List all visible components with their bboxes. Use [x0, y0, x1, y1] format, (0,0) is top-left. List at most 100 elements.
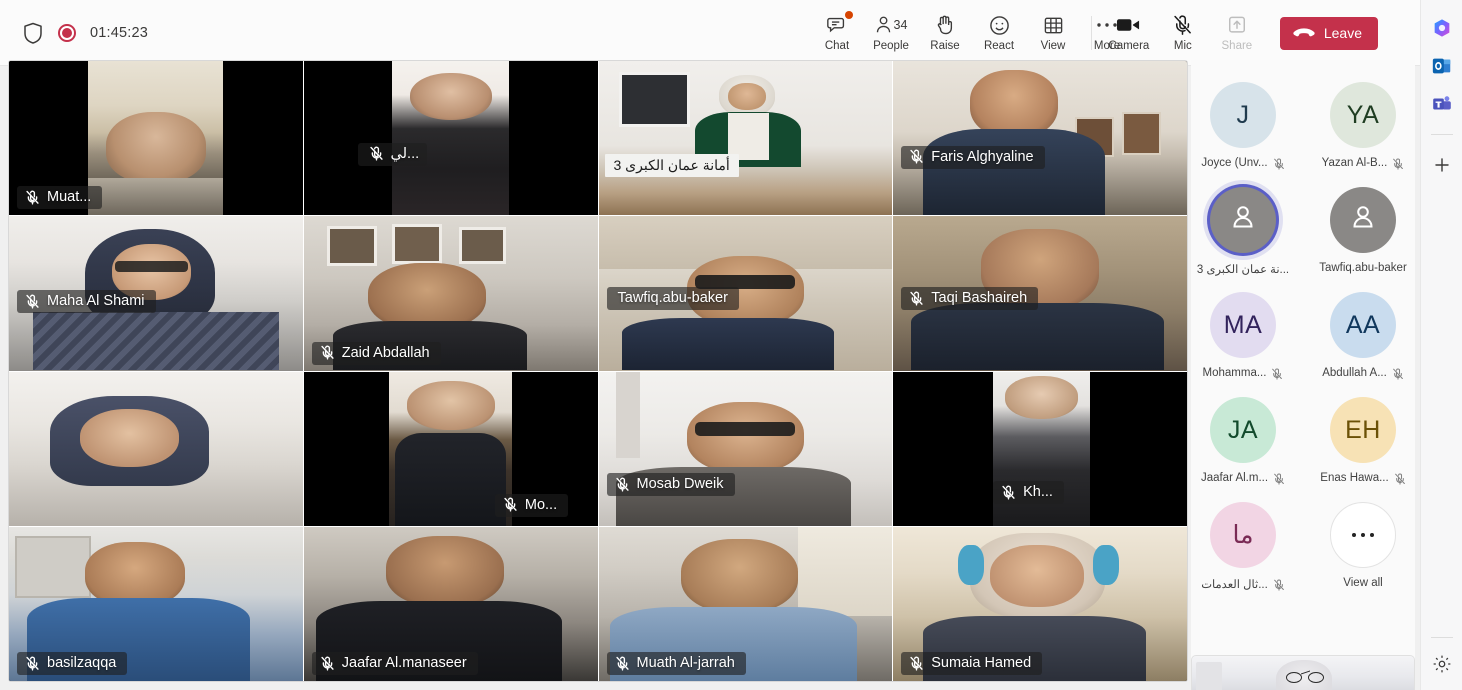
participant-cell[interactable]: ما ...ثال العدمات	[1191, 502, 1295, 607]
camera-button[interactable]: Camera	[1102, 4, 1156, 62]
view-all-cell[interactable]: View all	[1311, 502, 1415, 607]
toolbar-left-group: 01:45:23	[0, 21, 148, 45]
record-icon[interactable]	[58, 23, 76, 42]
outlook-icon[interactable]	[1430, 54, 1454, 78]
participant-name: Kh...	[1023, 484, 1053, 501]
raise-hand-button[interactable]: Raise	[918, 4, 972, 62]
people-icon: 34	[875, 13, 907, 37]
mic-button[interactable]: Mic	[1156, 4, 1210, 62]
video-grid: Muat... ...لي أمانة عمان الكبرى 3 Faris …	[9, 61, 1187, 681]
participant-name: Zaid Abdallah	[341, 344, 430, 361]
video-feed	[893, 61, 1187, 216]
avatar: J	[1210, 82, 1276, 148]
video-feed	[9, 371, 303, 526]
share-label: Share	[1221, 40, 1253, 52]
add-icon[interactable]	[1430, 153, 1454, 177]
copilot-icon[interactable]	[1430, 16, 1454, 40]
participant-name: ...لي	[390, 145, 420, 162]
sidebar-divider	[1431, 637, 1453, 638]
avatar: YA	[1330, 82, 1396, 148]
react-button[interactable]: React	[972, 4, 1026, 62]
smiley-icon	[989, 13, 1010, 37]
video-tile-empty	[9, 371, 303, 526]
video-tile[interactable]: Muath Al-jarrah	[598, 526, 893, 681]
video-tile[interactable]: Faris Alghyaline	[893, 61, 1187, 216]
participant-name: Abdullah A...	[1322, 367, 1387, 379]
video-tile[interactable]: Maha Al Shami	[9, 216, 303, 371]
avatar	[1330, 187, 1396, 253]
mic-off-icon	[25, 190, 40, 205]
mic-off-icon	[1394, 472, 1406, 485]
avatar: ما	[1210, 502, 1276, 568]
self-view-tile[interactable]	[1191, 655, 1415, 690]
mic-off-icon	[320, 345, 335, 360]
react-label: React	[983, 40, 1015, 52]
participant-nametag: Taqi Bashaireh	[901, 287, 1039, 311]
shield-icon[interactable]	[22, 21, 44, 45]
chat-unread-badge	[845, 11, 853, 19]
teams-icon[interactable]	[1430, 92, 1454, 116]
mic-off-icon	[1392, 367, 1404, 380]
participant-cell[interactable]: AA Abdullah A...	[1311, 292, 1415, 397]
participant-name: Enas Hawa...	[1320, 472, 1389, 484]
avatar: EH	[1330, 397, 1396, 463]
participant-cell[interactable]: EH Enas Hawa...	[1311, 397, 1415, 502]
participant-cell[interactable]: J Joyce (Unv...	[1191, 82, 1295, 187]
participant-cell[interactable]: JA Jaafar Al.m...	[1191, 397, 1295, 502]
participant-name: Jaafar Al.m...	[1200, 472, 1269, 484]
participant-meta: Yazan Al-B...	[1321, 157, 1405, 170]
participant-name: Muath Al-jarrah	[636, 655, 735, 671]
video-feed	[598, 61, 893, 216]
participant-name: ...نة عمان الكبرى 3	[1196, 264, 1290, 276]
avatar: AA	[1330, 292, 1396, 358]
video-tile[interactable]: Mo...	[303, 371, 598, 526]
browser-sidebar	[1420, 0, 1462, 690]
video-feed	[598, 371, 893, 526]
settings-gear-icon[interactable]	[1430, 652, 1454, 676]
participant-nametag: أمانة عمان الكبرى 3	[604, 153, 739, 177]
people-button[interactable]: 34 People	[864, 4, 918, 62]
participant-name: basilzaqqa	[47, 655, 117, 671]
participant-meta: ...نة عمان الكبرى 3	[1197, 262, 1289, 276]
video-tile[interactable]: basilzaqqa	[9, 526, 303, 681]
meeting-toolbar: 01:45:23 Chat 34 People Raise React View…	[0, 0, 1424, 66]
mic-off-icon	[369, 146, 384, 161]
participant-cell[interactable]: ...نة عمان الكبرى 3	[1191, 187, 1295, 292]
share-button[interactable]: Share	[1210, 4, 1264, 62]
video-tile[interactable]: Sumaia Hamed	[893, 526, 1187, 681]
leave-button[interactable]: Leave	[1279, 16, 1378, 50]
hand-icon	[935, 13, 955, 37]
participant-name: أمانة عمان الكبرى 3	[613, 156, 730, 173]
leave-label: Leave	[1323, 25, 1362, 41]
video-tile[interactable]: Zaid Abdallah	[303, 216, 598, 371]
video-tile[interactable]: Taqi Bashaireh	[893, 216, 1187, 371]
video-tile[interactable]: Mosab Dweik	[598, 371, 893, 526]
call-end-icon	[1293, 27, 1315, 39]
participant-cell[interactable]: Tawfiq.abu-baker	[1311, 187, 1415, 292]
video-tile[interactable]: Kh...	[893, 371, 1187, 526]
participant-cell[interactable]: MA Mohamma...	[1191, 292, 1295, 397]
participant-name: Muat...	[47, 189, 92, 206]
video-tile[interactable]: Jaafar Al.manaseer	[303, 526, 598, 681]
mic-off-icon	[320, 656, 335, 671]
chat-button[interactable]: Chat	[810, 4, 864, 62]
participant-name: Taqi Bashaireh	[931, 290, 1028, 307]
avatar-initials: J	[1236, 100, 1250, 129]
avatar-initials: EH	[1345, 415, 1381, 444]
video-tile[interactable]: ...لي	[303, 61, 598, 216]
video-tile[interactable]: Tawfiq.abu-baker	[598, 216, 893, 371]
video-tile[interactable]: Muat...	[9, 61, 303, 216]
participant-cell[interactable]: YA Yazan Al-B...	[1311, 82, 1415, 187]
participant-nametag: Sumaia Hamed	[901, 652, 1043, 675]
participant-nametag: Muat...	[17, 186, 103, 210]
mic-off-icon	[25, 294, 40, 309]
view-label: View	[1040, 40, 1066, 52]
participant-name: Mosab Dweik	[636, 476, 724, 493]
video-tile[interactable]: أمانة عمان الكبرى 3	[598, 61, 893, 216]
participant-nametag: Maha Al Shami	[17, 290, 156, 314]
participant-nametag: ...لي	[357, 142, 428, 166]
view-button[interactable]: View	[1026, 4, 1080, 62]
participant-name: Yazan Al-B...	[1321, 157, 1388, 169]
participant-meta: Tawfiq.abu-baker	[1319, 262, 1407, 274]
participant-meta: Jaafar Al.m...	[1200, 472, 1285, 485]
